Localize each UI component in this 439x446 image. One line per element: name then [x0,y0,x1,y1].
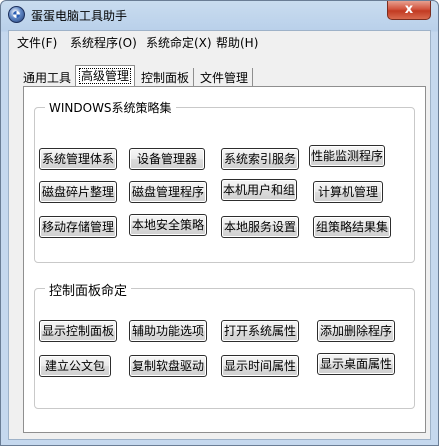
windows-policy-group-title: WINDOWS系统策略集 [45,99,176,116]
tab-general-tools[interactable]: 通用工具 [19,68,75,86]
client-area: 文件(F) 系统程序(O) 系统命定(X) 帮助(H) 通用工具 高级管理 控制… [8,30,431,440]
disk-defrag-button[interactable]: 磁盘碎片整理 [39,181,117,203]
accessibility-options-button[interactable]: 辅助功能选项 [129,320,207,342]
menu-file[interactable]: 文件(F) [17,34,57,51]
control-panel-group: 控制面板命定 显示控制面板 辅助功能选项 打开系统属性 添加删除程序 建立公文包… [34,280,415,409]
tab-panel-advanced: WINDOWS系统策略集 系统管理体系 设备管理器 系统索引服务 性能监测程序 … [23,86,426,433]
group-policy-results-button[interactable]: 组策略结果集 [313,216,391,238]
menu-system-commands[interactable]: 系统命定(X) [146,34,212,51]
local-services-button[interactable]: 本地服务设置 [221,216,299,238]
tab-strip: 通用工具 高级管理 控制面板 文件管理 [9,64,430,86]
index-service-button[interactable]: 系统索引服务 [221,148,299,170]
local-security-policy-button[interactable]: 本地安全策略 [129,214,207,236]
system-management-button[interactable]: 系统管理体系 [39,148,117,170]
tab-file-management[interactable]: 文件管理 [196,68,254,86]
local-users-groups-button[interactable]: 本机用户和组 [221,179,297,201]
title-bar[interactable]: 蛋蛋电脑工具助手 x [1,1,438,28]
tab-control-panel[interactable]: 控制面板 [137,68,195,86]
desktop-properties-button[interactable]: 显示桌面属性 [317,353,395,375]
show-control-panel-button[interactable]: 显示控制面板 [39,320,117,342]
window-title: 蛋蛋电脑工具助手 [31,9,128,23]
copy-floppy-button[interactable]: 复制软盘驱动 [129,355,207,377]
windows-policy-group: WINDOWS系统策略集 系统管理体系 设备管理器 系统索引服务 性能监测程序 … [34,99,415,263]
menu-system-programs[interactable]: 系统程序(O) [70,34,137,51]
performance-monitor-button[interactable]: 性能监测程序 [309,145,385,167]
tab-advanced-management[interactable]: 高级管理 [75,65,136,86]
removable-storage-button[interactable]: 移动存储管理 [39,216,117,238]
control-panel-group-title: 控制面板命定 [45,280,132,299]
app-logo-icon [8,6,25,23]
create-briefcase-button[interactable]: 建立公文包 [39,355,111,377]
system-properties-button[interactable]: 打开系统属性 [221,320,299,342]
disk-management-button[interactable]: 磁盘管理程序 [129,181,207,203]
device-manager-button[interactable]: 设备管理器 [129,148,205,170]
menu-help[interactable]: 帮助(H) [216,34,258,51]
close-button[interactable]: x [387,1,431,20]
add-remove-programs-button[interactable]: 添加删除程序 [317,320,395,342]
app-window: 蛋蛋电脑工具助手 x 文件(F) 系统程序(O) 系统命定(X) 帮助(H) 通… [0,0,439,446]
computer-management-button[interactable]: 计算机管理 [313,181,383,203]
time-properties-button[interactable]: 显示时间属性 [221,355,299,377]
menu-bar: 文件(F) 系统程序(O) 系统命定(X) 帮助(H) [9,31,430,51]
